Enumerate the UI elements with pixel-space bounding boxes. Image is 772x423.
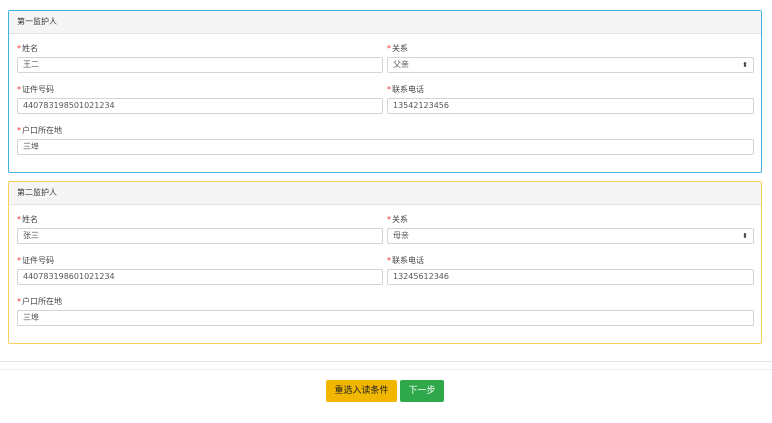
guardian2-name-input[interactable]: 张三 <box>17 228 383 244</box>
guardian2-phone-label: *联系电话 <box>387 255 424 266</box>
guardian2-relation-label-text: 关系 <box>392 215 408 224</box>
guardian2-name-label-text: 姓名 <box>22 215 38 224</box>
reset-conditions-button[interactable]: 重选入读条件 <box>326 380 397 402</box>
required-mark: * <box>17 44 21 53</box>
required-mark: * <box>387 256 391 265</box>
required-mark: * <box>17 215 21 224</box>
select-caret-icon: ⬍ <box>742 61 748 69</box>
guardian1-name-input[interactable]: 王二 <box>17 57 383 73</box>
guardian2-relation-label: *关系 <box>387 214 408 225</box>
select-caret-icon: ⬍ <box>742 232 748 240</box>
guardian1-title: 第一监护人 <box>9 11 761 34</box>
guardian1-relation-select[interactable]: 父亲 ⬍ <box>387 57 754 73</box>
guardian1-relation-value: 父亲 <box>393 60 409 69</box>
guardian1-phone-label: *联系电话 <box>387 84 424 95</box>
guardian2-phone-label-text: 联系电话 <box>392 256 424 265</box>
guardian1-relation-label: *关系 <box>387 43 408 54</box>
guardian2-id-label-text: 证件号码 <box>22 256 54 265</box>
guardian1-name-label: *姓名 <box>17 43 38 54</box>
guardian2-phone-input[interactable]: 13245612346 <box>387 269 754 285</box>
guardian1-relation-label-text: 关系 <box>392 44 408 53</box>
required-mark: * <box>17 126 21 135</box>
guardian1-hukou-label: *户口所在地 <box>17 125 62 136</box>
footer-divider <box>0 361 772 362</box>
guardian1-hukou-label-text: 户口所在地 <box>22 126 62 135</box>
guardian2-id-input[interactable]: 440783198601021234 <box>17 269 383 285</box>
guardian2-relation-value: 母亲 <box>393 231 409 240</box>
required-mark: * <box>17 297 21 306</box>
guardian1-phone-input[interactable]: 13542123456 <box>387 98 754 114</box>
required-mark: * <box>387 44 391 53</box>
guardian2-title: 第二监护人 <box>9 182 761 205</box>
guardian1-hukou-input[interactable]: 三埠 <box>17 139 754 155</box>
guardian2-panel: 第二监护人 *姓名 张三 *关系 母亲 ⬍ *证件号码 440783198601… <box>8 181 762 344</box>
guardian1-name-label-text: 姓名 <box>22 44 38 53</box>
required-mark: * <box>387 85 391 94</box>
guardian1-panel: 第一监护人 *姓名 王二 *关系 父亲 ⬍ *证件号码 440783198501… <box>8 10 762 173</box>
guardian2-id-label: *证件号码 <box>17 255 54 266</box>
footer-divider-secondary <box>0 369 772 370</box>
guardian2-hukou-label-text: 户口所在地 <box>22 297 62 306</box>
required-mark: * <box>387 215 391 224</box>
next-step-button[interactable]: 下一步 <box>400 380 444 402</box>
guardian2-relation-select[interactable]: 母亲 ⬍ <box>387 228 754 244</box>
guardian1-id-label: *证件号码 <box>17 84 54 95</box>
guardian1-phone-label-text: 联系电话 <box>392 85 424 94</box>
guardian2-name-label: *姓名 <box>17 214 38 225</box>
guardian1-id-label-text: 证件号码 <box>22 85 54 94</box>
required-mark: * <box>17 256 21 265</box>
guardian1-id-input[interactable]: 440783198501021234 <box>17 98 383 114</box>
guardian2-hukou-label: *户口所在地 <box>17 296 62 307</box>
guardian2-hukou-input[interactable]: 三埠 <box>17 310 754 326</box>
required-mark: * <box>17 85 21 94</box>
